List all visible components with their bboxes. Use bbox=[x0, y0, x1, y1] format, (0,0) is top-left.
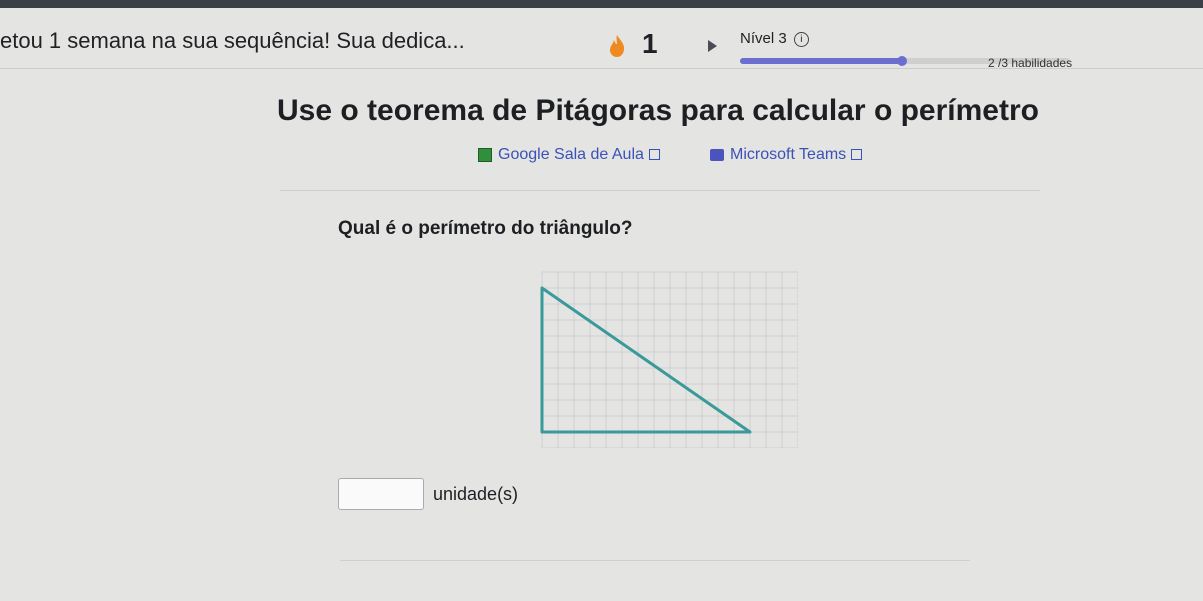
triangle-figure bbox=[540, 271, 798, 448]
streak-message: etou 1 semana na sua sequência! Sua dedi… bbox=[0, 28, 465, 53]
progress-fill bbox=[740, 58, 902, 64]
external-link-icon bbox=[851, 149, 863, 161]
play-icon[interactable] bbox=[708, 40, 717, 52]
google-classroom-icon bbox=[478, 147, 492, 162]
microsoft-teams-link[interactable]: Microsoft Teams bbox=[710, 146, 863, 164]
answer-input[interactable] bbox=[338, 478, 424, 510]
right-triangle bbox=[540, 286, 752, 434]
progress-knob bbox=[896, 56, 907, 66]
level-label: Nível 3 bbox=[740, 30, 787, 47]
google-classroom-label: Google Sala de Aula bbox=[498, 146, 644, 163]
streak-count: 1 bbox=[642, 28, 658, 59]
header-divider bbox=[0, 68, 1203, 69]
external-link-icon bbox=[648, 149, 660, 161]
info-icon[interactable]: i bbox=[793, 31, 809, 47]
microsoft-teams-icon bbox=[710, 148, 724, 161]
level-indicator[interactable]: Nível 3 i bbox=[740, 30, 809, 47]
flame-icon bbox=[610, 35, 625, 57]
page-title: Use o teorema de Pitágoras para calcular… bbox=[277, 94, 1039, 127]
google-classroom-link[interactable]: Google Sala de Aula bbox=[478, 146, 660, 164]
microsoft-teams-label: Microsoft Teams bbox=[730, 146, 847, 163]
footer-divider bbox=[340, 560, 970, 561]
window-top-bar bbox=[0, 0, 1203, 8]
question-text: Qual é o perímetro do triângulo? bbox=[338, 218, 633, 239]
unit-label: unidade(s) bbox=[433, 484, 519, 504]
section-divider bbox=[280, 190, 1040, 191]
